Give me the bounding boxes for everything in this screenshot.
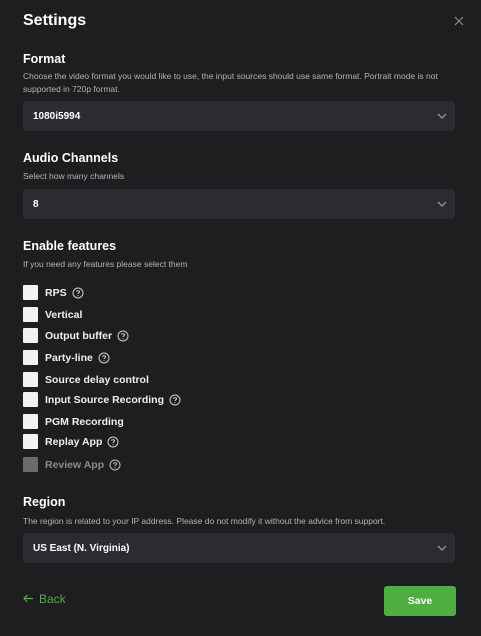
close-icon-glyph <box>454 16 464 26</box>
feature-label: Source delay control <box>45 373 149 386</box>
help-icon[interactable] <box>72 287 84 299</box>
close-icon[interactable] <box>452 14 466 28</box>
vertical-checkbox[interactable] <box>23 307 38 322</box>
format-select-value: 1080i5994 <box>33 110 81 122</box>
audio-channels-title: Audio Channels <box>23 151 119 165</box>
feature-output-buffer[interactable]: Output buffer <box>23 327 129 344</box>
feature-label: Vertical <box>45 308 83 321</box>
feature-replay-app[interactable]: Replay App <box>23 433 119 450</box>
arrow-left-icon <box>23 592 34 606</box>
output-buffer-checkbox[interactable] <box>23 328 38 343</box>
help-icon[interactable] <box>117 330 129 342</box>
feature-vertical[interactable]: Vertical <box>23 306 82 323</box>
feature-pgm-recording[interactable]: PGM Recording <box>23 413 124 430</box>
region-select-value: US East (N. Virginia) <box>33 542 130 554</box>
feature-party-line[interactable]: Party-line <box>23 349 110 366</box>
feature-label: Replay App <box>45 435 103 448</box>
feature-label: Review App <box>45 458 105 471</box>
help-icon[interactable] <box>98 352 110 364</box>
feature-label: PGM Recording <box>45 415 124 428</box>
save-button[interactable]: Save <box>384 586 456 616</box>
feature-label: Input Source Recording <box>45 393 165 406</box>
pgm-recording-checkbox[interactable] <box>23 414 38 429</box>
input-source-recording-checkbox[interactable] <box>23 392 38 407</box>
feature-source-delay-control[interactable]: Source delay control <box>23 371 149 388</box>
chevron-down-icon <box>429 533 455 563</box>
format-select[interactable]: 1080i5994 <box>23 101 455 131</box>
party-line-checkbox[interactable] <box>23 350 38 365</box>
chevron-down-icon <box>429 189 455 219</box>
back-label: Back <box>39 592 66 606</box>
settings-dialog: Settings Format Choose the video format … <box>0 0 481 636</box>
format-description: Choose the video format you would like t… <box>23 71 438 94</box>
chevron-down-icon <box>429 101 455 131</box>
feature-review-app: Review App <box>23 456 121 473</box>
help-icon[interactable] <box>107 436 119 448</box>
region-description: The region is related to your IP address… <box>23 516 386 526</box>
region-title: Region <box>23 495 66 509</box>
audio-channels-description: Select how many channels <box>23 171 125 181</box>
replay-app-checkbox[interactable] <box>23 434 38 449</box>
features-description: If you need any features please select t… <box>23 259 188 269</box>
help-icon[interactable] <box>109 459 121 471</box>
review-app-checkbox <box>23 457 38 472</box>
back-button[interactable]: Back <box>23 592 66 606</box>
feature-label: Party-line <box>45 351 93 364</box>
source-delay-control-checkbox[interactable] <box>23 372 38 387</box>
audio-channels-select[interactable]: 8 <box>23 189 455 219</box>
audio-channels-select-value: 8 <box>33 198 39 210</box>
feature-label: RPS <box>45 286 67 299</box>
rps-checkbox[interactable] <box>23 285 38 300</box>
dialog-title: Settings <box>23 12 87 29</box>
region-select[interactable]: US East (N. Virginia) <box>23 533 455 563</box>
features-title: Enable features <box>23 239 117 253</box>
help-icon[interactable] <box>169 394 181 406</box>
feature-input-source-recording[interactable]: Input Source Recording <box>23 391 181 408</box>
format-title: Format <box>23 52 66 66</box>
feature-rps[interactable]: RPS <box>23 284 84 301</box>
feature-label: Output buffer <box>45 329 113 342</box>
